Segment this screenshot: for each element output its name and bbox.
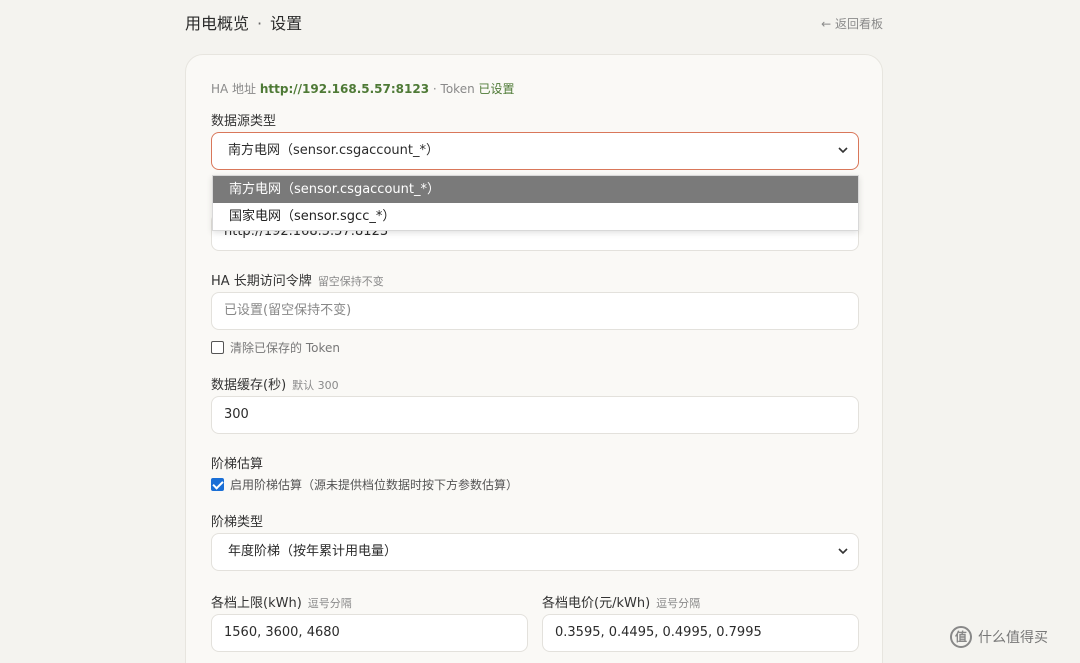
- tier-prices-input[interactable]: 0.3595, 0.4495, 0.4995, 0.7995: [542, 614, 859, 652]
- data-source-label: 数据源类型: [211, 114, 277, 129]
- data-source-dropdown: 南方电网（sensor.csgaccount_*） 国家电网（sensor.sg…: [212, 175, 859, 231]
- ha-address-url: http://192.168.5.57:8123: [259, 82, 430, 96]
- cache-label-text: 数据缓存(秒): [211, 378, 287, 393]
- token-text: · Token: [432, 82, 475, 96]
- data-source-selected: 南方电网（sensor.csgaccount_*）: [228, 143, 439, 158]
- data-source-select[interactable]: 南方电网（sensor.csgaccount_*）: [211, 132, 859, 170]
- cache-input[interactable]: 300: [211, 396, 859, 434]
- tier-prices-hint: 逗号分隔: [656, 597, 701, 610]
- token-label: HA 长期访问令牌 留空保持不变: [211, 270, 384, 289]
- tier-limits-label: 各档上限(kWh) 逗号分隔: [211, 592, 352, 611]
- token-label-text: HA 长期访问令牌: [211, 274, 312, 289]
- cache-value: 300: [224, 407, 249, 422]
- dropdown-option-sgcc[interactable]: 国家电网（sensor.sgcc_*）: [213, 203, 858, 230]
- ha-info-line: HA 地址 http://192.168.5.57:8123 · Token 已…: [211, 80, 515, 97]
- token-hint: 留空保持不变: [317, 275, 384, 288]
- watermark: 值 什么值得买: [950, 626, 1048, 648]
- tier-type-label: 阶梯类型: [211, 515, 264, 530]
- tier-type-selected: 年度阶梯（按年累计用电量）: [228, 544, 398, 559]
- token-status: 已设置: [478, 82, 515, 96]
- dropdown-option-csg[interactable]: 南方电网（sensor.csgaccount_*）: [213, 176, 858, 203]
- enable-tier-row[interactable]: 启用阶梯估算（源未提供档位数据时按下方参数估算）: [211, 476, 518, 493]
- cache-label: 数据缓存(秒) 默认 300: [211, 374, 339, 393]
- tier-limits-label-text: 各档上限(kWh): [211, 596, 302, 611]
- page-title: 用电概览 · 设置: [185, 10, 302, 34]
- cache-hint: 默认 300: [292, 379, 339, 392]
- tier-type-select[interactable]: 年度阶梯（按年累计用电量）: [211, 533, 859, 571]
- watermark-text: 什么值得买: [978, 630, 1048, 646]
- clear-token-row[interactable]: 清除已保存的 Token: [211, 339, 340, 356]
- tier-limits-hint: 逗号分隔: [307, 597, 352, 610]
- tier-limits-value: 1560, 3600, 4680: [224, 625, 340, 640]
- watermark-logo-icon: 值: [950, 626, 972, 648]
- token-input[interactable]: 已设置(留空保持不变): [211, 292, 859, 330]
- tier-limits-input[interactable]: 1560, 3600, 4680: [211, 614, 528, 652]
- ha-address-prefix: HA 地址: [211, 82, 257, 96]
- back-to-dashboard-link[interactable]: ← 返回看板: [821, 15, 883, 32]
- chevron-down-icon: [838, 133, 848, 169]
- tier-prices-value: 0.3595, 0.4495, 0.4995, 0.7995: [555, 625, 762, 640]
- page-header: 用电概览 · 设置 ← 返回看板: [185, 10, 883, 34]
- page-title-main: 用电概览: [185, 14, 250, 33]
- clear-token-label: 清除已保存的 Token: [230, 341, 340, 355]
- settings-card: HA 地址 http://192.168.5.57:8123 · Token 已…: [185, 54, 883, 663]
- tier-prices-label: 各档电价(元/kWh) 逗号分隔: [542, 592, 700, 611]
- enable-tier-checkbox[interactable]: [211, 478, 224, 491]
- tier-section-label: 阶梯估算: [211, 457, 264, 472]
- page-title-sub: 设置: [270, 14, 303, 33]
- clear-token-checkbox[interactable]: [211, 341, 224, 354]
- enable-tier-label: 启用阶梯估算（源未提供档位数据时按下方参数估算）: [230, 478, 519, 492]
- title-separator: ·: [257, 14, 263, 33]
- token-placeholder: 已设置(留空保持不变): [224, 303, 352, 318]
- tier-prices-label-text: 各档电价(元/kWh): [542, 596, 651, 611]
- chevron-down-icon: [838, 534, 848, 570]
